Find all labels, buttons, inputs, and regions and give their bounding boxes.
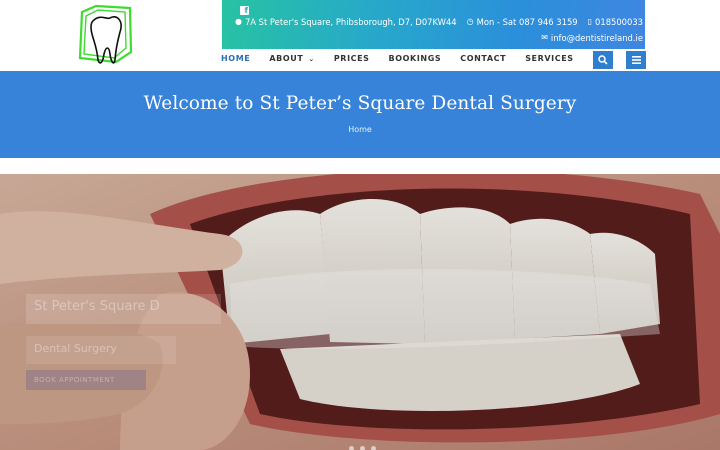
nav-about-label: ABOUT (269, 54, 304, 63)
clock-icon: ◷ (466, 17, 474, 26)
slider-dot[interactable] (360, 446, 365, 450)
map-marker-icon: ● (234, 17, 242, 26)
mobile-phone-icon: ▯ (587, 17, 593, 26)
page-title: Welcome to St Peter’s Square Dental Surg… (143, 93, 577, 114)
nav-bookings[interactable]: BOOKINGS (389, 54, 442, 63)
slider-dot[interactable] (349, 446, 354, 450)
menu-button[interactable] (626, 51, 646, 69)
hero-slider[interactable]: St Peter's Square D Dental Surgery BOOK … (0, 174, 720, 450)
main-nav: HOME ABOUT ⌄ PRICES BOOKINGS CONTACT SERV… (221, 54, 593, 63)
address-text: 7A St Peter's Square, Phibsborough, D7, … (244, 17, 457, 27)
envelope-icon: ✉ (541, 33, 548, 42)
email-link[interactable]: info@dentistireland.ie (551, 33, 643, 43)
slide-subtitle: Dental Surgery (26, 336, 176, 364)
site-logo[interactable] (76, 2, 136, 70)
slider-dot[interactable] (371, 446, 376, 450)
facebook-icon[interactable]: f (240, 6, 249, 15)
nav-about[interactable]: ABOUT ⌄ (269, 54, 315, 63)
search-button[interactable] (593, 51, 613, 69)
nav-services[interactable]: SERVICES (525, 54, 573, 63)
nav-home[interactable]: HOME (221, 54, 250, 63)
hours-text: Mon - Sat 087 946 3159 (476, 17, 578, 27)
phone-link[interactable]: 018500033 (595, 17, 643, 27)
slider-pagination (349, 446, 376, 450)
slide-title: St Peter's Square D (26, 294, 221, 324)
breadcrumb[interactable]: Home (0, 125, 720, 134)
contact-info-row: ● 7A St Peter's Square, Phibsborough, D7,… (235, 17, 643, 27)
nav-contact[interactable]: CONTACT (460, 54, 506, 63)
nav-prices[interactable]: PRICES (334, 54, 370, 63)
slide-book-button[interactable]: BOOK APPOINTMENT (26, 370, 146, 390)
chevron-down-icon: ⌄ (308, 54, 315, 63)
hamburger-menu-icon (631, 56, 641, 64)
page-title-band: Welcome to St Peter’s Square Dental Surg… (0, 71, 720, 158)
email-row: ✉ info@dentistireland.ie (541, 32, 643, 43)
search-icon (598, 55, 608, 65)
